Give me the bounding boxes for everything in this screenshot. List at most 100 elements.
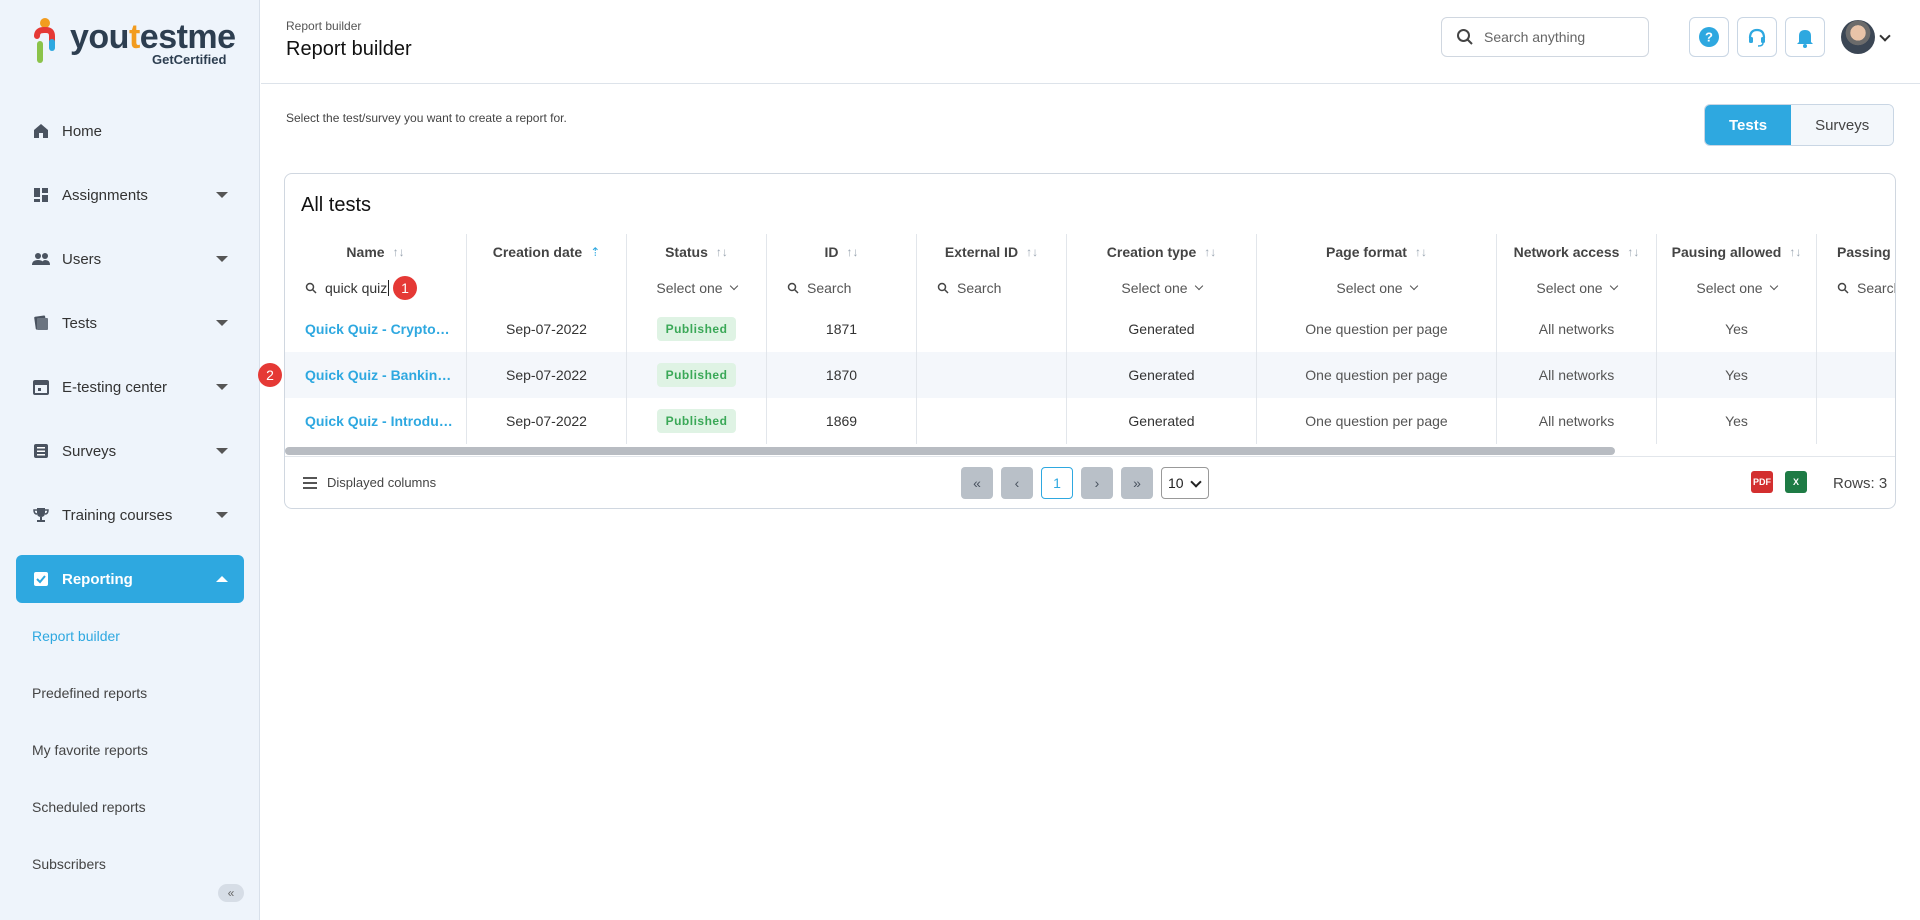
avatar[interactable] [1841, 20, 1875, 54]
tests-icon [32, 314, 50, 332]
instruction-text: Select the test/survey you want to creat… [286, 111, 567, 125]
test-name-link[interactable]: Quick Quiz - Introdu… [285, 398, 467, 444]
pausing-allowed-cell: Yes [1657, 306, 1817, 352]
sidebar-item-training-courses[interactable]: Training courses [16, 491, 244, 539]
name-filter-input[interactable]: quick quiz 1 [285, 270, 467, 306]
horizontal-scrollbar[interactable] [285, 447, 1615, 455]
sidebar-item-e-testing-center[interactable]: E-testing center [16, 363, 244, 411]
chevron-down-icon [216, 192, 228, 198]
dashboard-icon [32, 186, 50, 204]
chevron-down-icon[interactable] [1879, 30, 1891, 42]
creation-date-cell: Sep-07-2022 [467, 306, 627, 352]
table-row[interactable]: Quick Quiz - Bankin… Sep-07-2022 Publish… [285, 352, 1895, 398]
sidebar-item-users[interactable]: Users [16, 235, 244, 283]
collapse-sidebar-button[interactable]: « [218, 884, 244, 902]
sort-icon: ↑↓ [392, 245, 405, 259]
double-chevron-left-icon: « [973, 475, 981, 491]
sidebar-item-assignments[interactable]: Assignments [16, 171, 244, 219]
column-header-name[interactable]: Name ↑↓ [285, 234, 467, 270]
passing-cell [1817, 352, 1895, 398]
export-excel-button[interactable]: X [1785, 471, 1807, 493]
id-cell: 1870 [767, 352, 917, 398]
column-header-id[interactable]: ID ↑↓ [767, 234, 917, 270]
sidebar-subitem-subscribers[interactable]: Subscribers [32, 856, 106, 872]
chevron-up-icon [216, 576, 228, 582]
status-badge: Published [656, 409, 737, 433]
sidebar-subitem-report-builder[interactable]: Report builder [32, 628, 120, 644]
tests-toggle-button[interactable]: Tests [1705, 105, 1792, 145]
excel-icon: X [1792, 477, 1799, 487]
table-row[interactable]: Quick Quiz - Crypto… Sep-07-2022 Publish… [285, 306, 1895, 352]
notifications-button[interactable] [1785, 17, 1825, 57]
sidebar-item-surveys[interactable]: Surveys [16, 427, 244, 475]
sort-icon: ↑↓ [1414, 245, 1427, 259]
external-id-cell [917, 306, 1067, 352]
sidebar-item-home[interactable]: Home [16, 107, 244, 155]
support-button[interactable] [1737, 17, 1777, 57]
rows-per-page-select[interactable]: 10 [1161, 467, 1209, 499]
rows-count: Rows: 3 [1833, 475, 1888, 492]
previous-page-button[interactable]: ‹ [1001, 467, 1033, 499]
sidebar-item-label: Training courses [62, 506, 173, 524]
column-header-creation-type[interactable]: Creation type ↑↓ [1067, 234, 1257, 270]
network-access-filter-select[interactable]: Select one [1497, 270, 1657, 306]
logo-tagline: GetCertified [152, 52, 227, 67]
test-name-link[interactable]: Quick Quiz - Bankin… [285, 352, 467, 398]
export-pdf-button[interactable]: PDF [1751, 471, 1773, 493]
chevron-down-icon [216, 448, 228, 454]
page-format-filter-select[interactable]: Select one [1257, 270, 1497, 306]
external-id-filter-input[interactable]: Search [917, 270, 1067, 306]
chevron-down-icon [1609, 281, 1618, 291]
sidebar-item-label: Users [62, 250, 102, 268]
search-placeholder: Search anything [1484, 29, 1586, 45]
page-number-button[interactable]: 1 [1041, 467, 1073, 499]
column-header-external-id[interactable]: External ID ↑↓ [917, 234, 1067, 270]
logo-icon [34, 18, 55, 63]
sidebar-item-tests[interactable]: Tests [16, 299, 244, 347]
help-button[interactable]: ? [1689, 17, 1729, 57]
passing-cell [1817, 306, 1895, 352]
page-format-cell: One question per page [1257, 306, 1497, 352]
logo[interactable]: youtestme GetCertified [32, 16, 236, 70]
sidebar-subitem-predefined-reports[interactable]: Predefined reports [32, 685, 147, 701]
sidebar-item-reporting[interactable]: Reporting [16, 555, 244, 603]
status-filter-select[interactable]: Select one [627, 270, 767, 306]
column-header-page-format[interactable]: Page format ↑↓ [1257, 234, 1497, 270]
pausing-allowed-filter-select[interactable]: Select one [1657, 270, 1817, 306]
column-header-status[interactable]: Status ↑↓ [627, 234, 767, 270]
status-cell: Published [627, 398, 767, 444]
test-name-link[interactable]: Quick Quiz - Crypto… [285, 306, 467, 352]
global-search-input[interactable]: Search anything [1441, 17, 1649, 57]
column-header-network-access[interactable]: Network access ↑↓ [1497, 234, 1657, 270]
creation-type-filter-select[interactable]: Select one [1067, 270, 1257, 306]
sidebar-item-label: Home [62, 122, 103, 140]
chevron-down-icon [216, 320, 228, 326]
sort-icon: ↑↓ [1627, 245, 1640, 259]
status-badge: Published [656, 363, 737, 387]
search-icon [937, 282, 949, 294]
id-filter-input[interactable]: Search [767, 270, 917, 306]
passing-filter-input[interactable]: Search [1817, 270, 1895, 306]
sidebar: youtestme GetCertified Home Assignments … [0, 0, 260, 920]
column-header-creation-date[interactable]: Creation date ⇡ [467, 234, 627, 270]
table-row[interactable]: Quick Quiz - Introdu… Sep-07-2022 Publis… [285, 398, 1895, 444]
sidebar-subitem-my-favorite-reports[interactable]: My favorite reports [32, 742, 148, 758]
displayed-columns-button[interactable]: Displayed columns [303, 475, 436, 490]
sidebar-subitem-scheduled-reports[interactable]: Scheduled reports [32, 799, 146, 815]
page-format-cell: One question per page [1257, 352, 1497, 398]
surveys-toggle-button[interactable]: Surveys [1791, 105, 1894, 145]
column-header-pausing-allowed[interactable]: Pausing allowed ↑↓ [1657, 234, 1817, 270]
page-format-cell: One question per page [1257, 398, 1497, 444]
sort-icon: ↑↓ [1789, 245, 1802, 259]
creation-date-cell: Sep-07-2022 [467, 352, 627, 398]
pausing-allowed-cell: Yes [1657, 398, 1817, 444]
first-page-button[interactable]: « [961, 467, 993, 499]
breadcrumb[interactable]: Report builder [286, 19, 361, 33]
column-header-passing[interactable]: Passing r [1817, 234, 1895, 270]
id-cell: 1869 [767, 398, 917, 444]
chevron-down-icon [729, 281, 738, 291]
next-page-button[interactable]: › [1081, 467, 1113, 499]
last-page-button[interactable]: » [1121, 467, 1153, 499]
svg-text:?: ? [1705, 30, 1713, 45]
chevron-right-icon: › [1094, 475, 1100, 491]
